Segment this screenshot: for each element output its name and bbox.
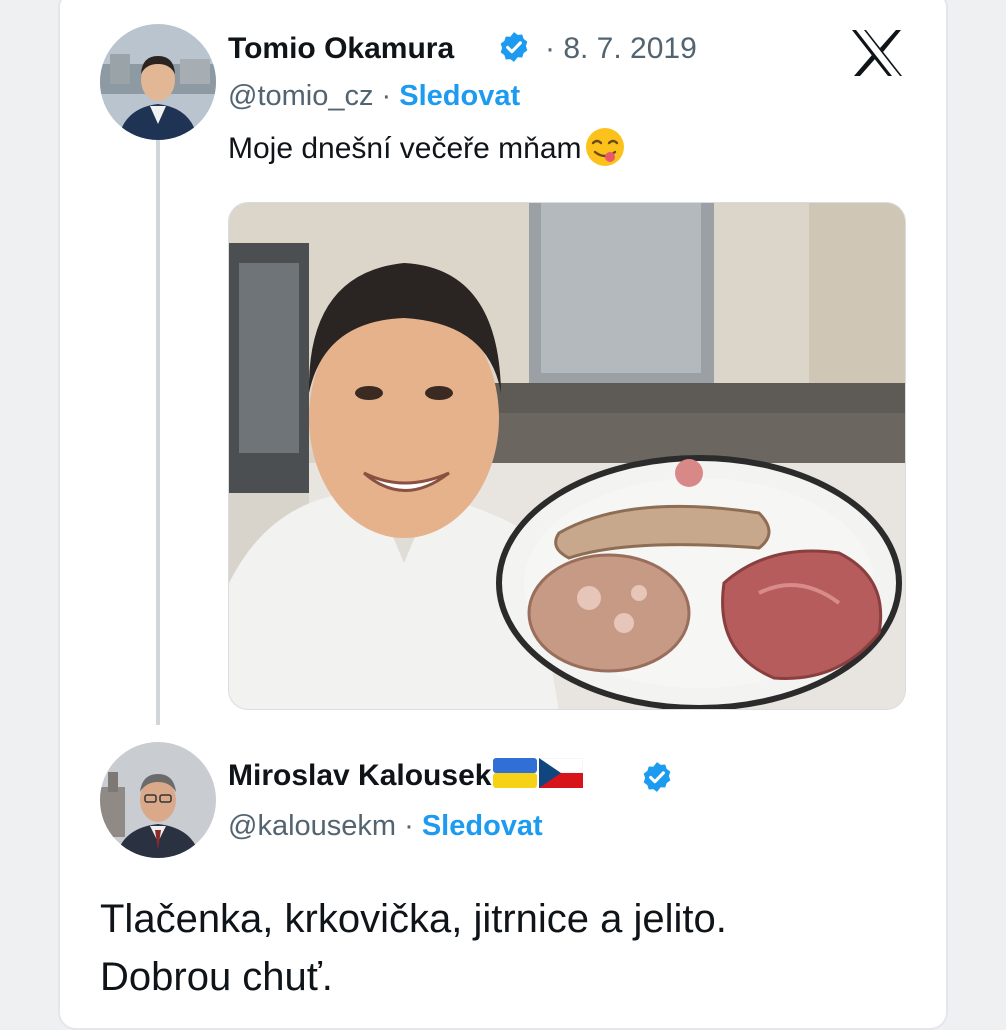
reply-verified-badge-icon [643, 762, 671, 792]
verified-badge-icon [500, 32, 528, 62]
tweet-photo[interactable] [228, 202, 906, 710]
x-logo-icon[interactable] [850, 28, 904, 78]
reply-handle-row: @kalousekm · Sledovat [228, 810, 543, 843]
tweet-text: Moje dnešní večeře mňam [228, 132, 582, 165]
tweet-handle-row: @tomio_cz · Sledovat [228, 80, 520, 113]
reply-author-name[interactable]: Miroslav Kalousek [228, 759, 491, 792]
reply-handle-separator: · [396, 810, 422, 842]
follow-button[interactable]: Sledovat [399, 80, 520, 112]
author-handle[interactable]: @tomio_cz [228, 80, 373, 112]
reply-text-line1: Tlačenka, krkovička, jitrnice a jelito. [100, 897, 727, 941]
tweet-date[interactable]: · 8. 7. 2019 [545, 32, 697, 66]
reply-text: Tlačenka, krkovička, jitrnice a jelito. … [100, 890, 727, 1006]
face-savoring-food-icon [585, 128, 624, 166]
czech-flag-icon [539, 758, 584, 788]
author-name[interactable]: Tomio Okamura [228, 32, 454, 66]
handle-separator: · [373, 80, 400, 112]
reply-text-line2: Dobrou chuť. [100, 955, 333, 999]
avatar-kalousek[interactable] [100, 742, 216, 858]
avatar-tomio[interactable] [100, 24, 216, 140]
thread-connector-line [156, 140, 160, 725]
tweet-text-row: Moje dnešní večeře mňam [228, 126, 626, 168]
reply-follow-button[interactable]: Sledovat [422, 810, 543, 842]
ukraine-flag-icon [493, 758, 538, 788]
reply-author-row: Miroslav Kalousek [228, 758, 584, 793]
reply-author-handle[interactable]: @kalousekm [228, 810, 396, 842]
